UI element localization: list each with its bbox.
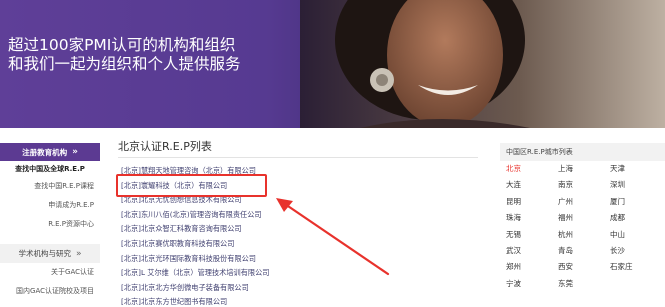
city-panel: 中国区R.E.P城市列表 北京 上海 天津大连 南京 深圳昆明 广州 厦门珠海 福州 成都无锡杭… bbox=[500, 143, 665, 292]
city-grid: 北京 上海 天津大连 南京 深圳昆明 广州 厦门珠海 福州 成都无锡 杭州 中山武汉 青岛 长沙郑州 西安… bbox=[500, 161, 665, 292]
city-link[interactable]: 成都 bbox=[610, 210, 662, 226]
city-link[interactable]: 中山 bbox=[610, 227, 662, 243]
city-link[interactable]: 石家庄 bbox=[610, 259, 662, 275]
left-sidebar: 注册教育机构 » 查找中国及全球R.E.P 查找中国R.E.P课程 申请成为R.… bbox=[0, 143, 100, 301]
banner-line-2: 和我们一起为组织和个人提供服务 bbox=[8, 55, 241, 73]
sidebar-academic-header[interactable]: 学术机构与研究 » bbox=[0, 244, 100, 263]
banner-photo bbox=[300, 0, 665, 128]
city-link[interactable]: 深圳 bbox=[610, 177, 662, 193]
city-link[interactable]: 天津 bbox=[610, 161, 662, 177]
city-link[interactable]: 南京 bbox=[558, 177, 610, 193]
sidebar-item-find-rep[interactable]: 查找中国及全球R.E.P bbox=[0, 161, 100, 177]
chevron-right-icon: » bbox=[72, 147, 78, 157]
list-item[interactable]: [北京]北京东方世纪图书有限公司 bbox=[118, 295, 478, 307]
sidebar-item-apply[interactable]: 申请成为R.E.P bbox=[0, 196, 100, 215]
highlight-box bbox=[116, 174, 267, 197]
sidebar-item-resources[interactable]: R.E.P资源中心 bbox=[0, 215, 100, 234]
city-link[interactable]: 宁波 bbox=[506, 276, 558, 292]
city-link[interactable]: 杭州 bbox=[558, 227, 610, 243]
city-link[interactable]: 西安 bbox=[558, 259, 610, 275]
rep-list-title: 北京认证R.E.P列表 bbox=[118, 140, 212, 153]
hero-banner: 超过100家PMI认可的机构和组织 和我们一起为组织和个人提供服务 bbox=[0, 0, 665, 128]
city-panel-header: 中国区R.E.P城市列表 bbox=[500, 143, 665, 161]
sidebar-register-label: 注册教育机构 bbox=[22, 147, 68, 157]
city-link[interactable]: 福州 bbox=[558, 210, 610, 226]
city-link[interactable]: 长沙 bbox=[610, 243, 662, 259]
city-link[interactable]: 北京 bbox=[506, 161, 558, 177]
city-link[interactable]: 郑州 bbox=[506, 259, 558, 275]
city-link[interactable]: 广州 bbox=[558, 194, 610, 210]
sidebar-item-gac-about[interactable]: 关于GAC认证 bbox=[0, 263, 100, 282]
chevron-right-icon: » bbox=[75, 248, 82, 259]
annotation-arrow-icon bbox=[276, 198, 390, 276]
city-link[interactable]: 珠海 bbox=[506, 210, 558, 226]
sidebar-item-gac-schools[interactable]: 国内GAC认证院校及项目 bbox=[0, 282, 100, 301]
city-link[interactable]: 青岛 bbox=[558, 243, 610, 259]
city-link[interactable]: 上海 bbox=[558, 161, 610, 177]
city-link[interactable]: 昆明 bbox=[506, 194, 558, 210]
sidebar-item-find-course[interactable]: 查找中国R.E.P课程 bbox=[0, 177, 100, 196]
city-link[interactable]: 武汉 bbox=[506, 243, 558, 259]
city-link[interactable]: 厦门 bbox=[610, 194, 662, 210]
sidebar-academic-label: 学术机构与研究 bbox=[18, 249, 71, 258]
banner-line-1: 超过100家PMI认可的机构和组织 bbox=[8, 36, 236, 54]
city-link[interactable]: 无锡 bbox=[506, 227, 558, 243]
city-link[interactable]: 大连 bbox=[506, 177, 558, 193]
city-link[interactable]: 东莞 bbox=[558, 276, 610, 292]
list-item[interactable]: [北京]北京北方华创微电子装备有限公司 bbox=[118, 281, 478, 296]
divider bbox=[118, 157, 478, 158]
sidebar-register-header[interactable]: 注册教育机构 » bbox=[0, 143, 100, 161]
banner-slogan: 超过100家PMI认可的机构和组织 和我们一起为组织和个人提供服务 bbox=[8, 36, 241, 74]
